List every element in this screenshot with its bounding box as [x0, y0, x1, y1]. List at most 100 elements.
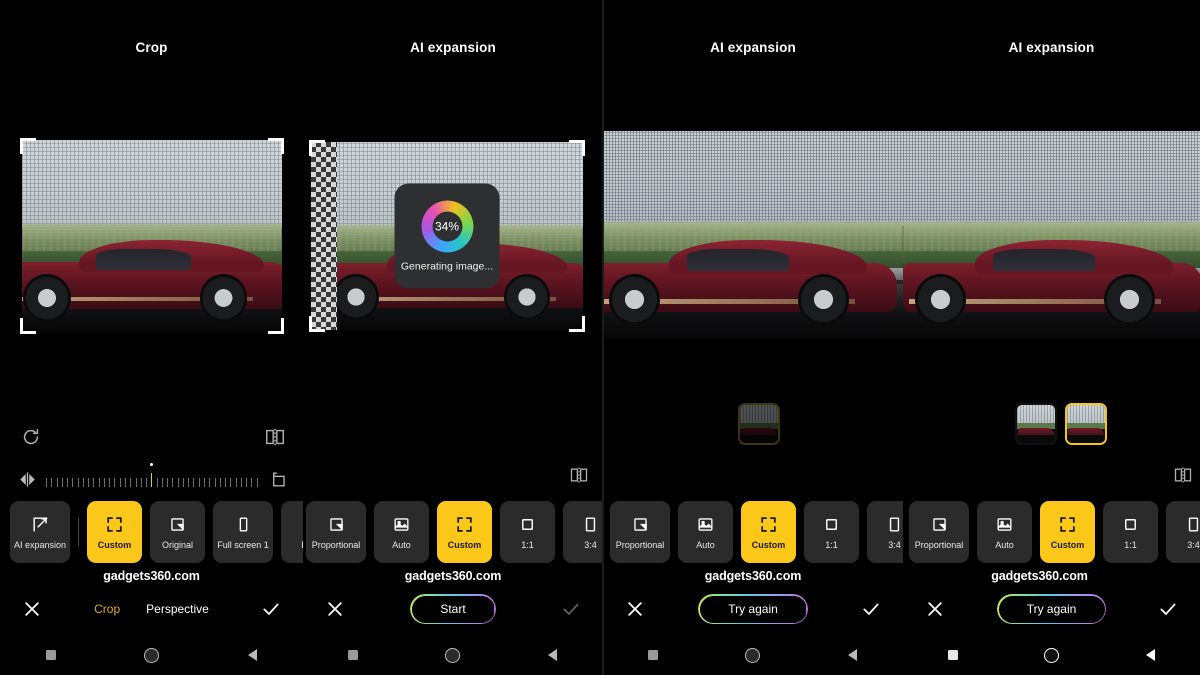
- expansion-canvas[interactable]: 34% Generating image...: [309, 140, 585, 332]
- android-navbar: [0, 635, 303, 675]
- nav-back-button[interactable]: [503, 649, 603, 661]
- tab-perspective[interactable]: Perspective: [146, 602, 209, 616]
- generation-progress-card: 34% Generating image...: [394, 183, 500, 289]
- crop-handle-bottom-right[interactable]: [268, 318, 284, 334]
- chip-auto[interactable]: Auto: [977, 501, 1032, 563]
- chip-label: Proportional: [615, 540, 665, 550]
- watermark: gadgets360.com: [704, 569, 802, 583]
- chip-proportional[interactable]: Proportional: [610, 501, 670, 563]
- check-icon[interactable]: [1158, 599, 1178, 619]
- panel-ai-expansion-result-2: AI expansion Proportional Auto Custom 1:…: [903, 0, 1200, 675]
- chip-custom[interactable]: Custom: [1040, 501, 1095, 563]
- chip-proportional[interactable]: Proportional: [306, 501, 366, 563]
- angle-ruler-slider[interactable]: [46, 471, 258, 487]
- nav-back-button[interactable]: [803, 649, 903, 661]
- chip-full-screen-overflow[interactable]: Full: [281, 501, 303, 563]
- chip-1-1[interactable]: 1:1: [804, 501, 859, 563]
- proportional-icon: [327, 515, 346, 534]
- chip-label: Custom: [97, 540, 132, 550]
- chip-auto[interactable]: Auto: [678, 501, 733, 563]
- nav-home-button[interactable]: [703, 647, 803, 663]
- chip-custom[interactable]: Custom: [437, 501, 492, 563]
- nav-home-button[interactable]: [101, 647, 202, 663]
- close-icon[interactable]: [325, 599, 345, 619]
- result-canvas[interactable]: [903, 131, 1200, 338]
- check-icon[interactable]: [861, 599, 881, 619]
- chip-1-1[interactable]: 1:1: [1103, 501, 1158, 563]
- portrait-icon: [581, 515, 600, 534]
- progress-percent: 34%: [434, 219, 460, 233]
- nav-recents-button[interactable]: [303, 650, 403, 660]
- android-navbar: [903, 635, 1200, 675]
- rotate-icon[interactable]: [20, 426, 42, 448]
- check-icon[interactable]: [561, 599, 581, 619]
- chip-label: Original: [161, 540, 193, 550]
- chip-3-4[interactable]: 3:4: [563, 501, 603, 563]
- tab-crop[interactable]: Crop: [94, 602, 120, 616]
- crop-handle-top-left[interactable]: [20, 138, 36, 154]
- transparent-fill-area: [311, 142, 337, 330]
- nav-recents-button[interactable]: [903, 650, 1002, 660]
- chip-custom[interactable]: Custom: [87, 501, 142, 563]
- crop-expand-icon[interactable]: [269, 470, 288, 489]
- variant-thumbnail-row: [738, 403, 780, 445]
- aspect-chip-row-crop: AI expansion Custom Original Full screen…: [10, 501, 303, 563]
- custom-frame-icon: [105, 515, 124, 534]
- photo-car: [22, 221, 282, 329]
- crop-canvas[interactable]: [20, 138, 284, 334]
- chip-full-screen[interactable]: Full screen 1: [213, 501, 273, 563]
- crop-handle-bottom-right[interactable]: [569, 316, 585, 332]
- crop-handle-bottom-left[interactable]: [20, 318, 36, 334]
- chip-divider: [78, 518, 79, 546]
- nav-back-button[interactable]: [1101, 649, 1200, 661]
- chip-proportional[interactable]: Proportional: [909, 501, 969, 563]
- start-button[interactable]: Start: [410, 594, 496, 624]
- try-again-button[interactable]: Try again: [698, 594, 808, 624]
- square-nav-icon: [947, 650, 958, 660]
- crop-handle-top-right[interactable]: [569, 140, 585, 156]
- mirror-icon[interactable]: [569, 465, 589, 485]
- try-again-button-label: Try again: [1026, 602, 1077, 616]
- nav-back-button[interactable]: [202, 649, 303, 661]
- chip-ai-expansion[interactable]: AI expansion: [10, 501, 70, 563]
- mirror-icon[interactable]: [1173, 465, 1193, 485]
- variant-thumbnail[interactable]: [738, 403, 780, 445]
- aspect-chip-row-expansion: Proportional Auto Custom 1:1 3:4: [306, 501, 603, 563]
- chip-label: Auto: [995, 540, 1014, 550]
- watermark: gadgets360.com: [991, 569, 1088, 583]
- nav-home-button[interactable]: [403, 647, 503, 663]
- flip-horizontal-icon[interactable]: [18, 470, 37, 489]
- nav-recents-button[interactable]: [603, 650, 703, 660]
- action-bar-expansion: Start: [303, 583, 603, 635]
- progress-ring: 34%: [421, 200, 473, 252]
- circle-nav-icon: [745, 647, 761, 663]
- photo-preview: [903, 131, 1200, 338]
- mirror-icon[interactable]: [264, 426, 286, 448]
- variant-thumbnail[interactable]: [1065, 403, 1107, 445]
- chip-1-1[interactable]: 1:1: [500, 501, 555, 563]
- variant-thumbnail[interactable]: [1015, 403, 1057, 445]
- nav-recents-button[interactable]: [0, 650, 101, 660]
- try-again-button[interactable]: Try again: [996, 594, 1107, 624]
- chip-auto[interactable]: Auto: [374, 501, 429, 563]
- chip-3-4[interactable]: 3:4: [867, 501, 903, 563]
- nav-home-button[interactable]: [1002, 647, 1101, 663]
- chip-custom[interactable]: Custom: [741, 501, 796, 563]
- custom-frame-icon: [1058, 515, 1077, 534]
- photo-car: [903, 220, 1200, 332]
- close-icon[interactable]: [625, 599, 645, 619]
- crop-handle-top-right[interactable]: [268, 138, 284, 154]
- panel-ai-expansion-generating: AI expansion 34% Generating image... Pro…: [303, 0, 603, 675]
- auto-image-icon: [995, 515, 1014, 534]
- chip-3-4[interactable]: 3:4: [1166, 501, 1200, 563]
- close-icon[interactable]: [925, 599, 945, 619]
- chip-original[interactable]: Original: [150, 501, 205, 563]
- crop-handle-bottom-left[interactable]: [309, 316, 325, 332]
- angle-ruler-indicator: [150, 463, 153, 466]
- close-icon[interactable]: [22, 599, 42, 619]
- crop-handle-top-left[interactable]: [309, 140, 325, 156]
- square-nav-icon: [45, 650, 56, 660]
- check-icon[interactable]: [261, 599, 281, 619]
- result-canvas[interactable]: [603, 131, 903, 338]
- chip-label: Custom: [447, 540, 482, 550]
